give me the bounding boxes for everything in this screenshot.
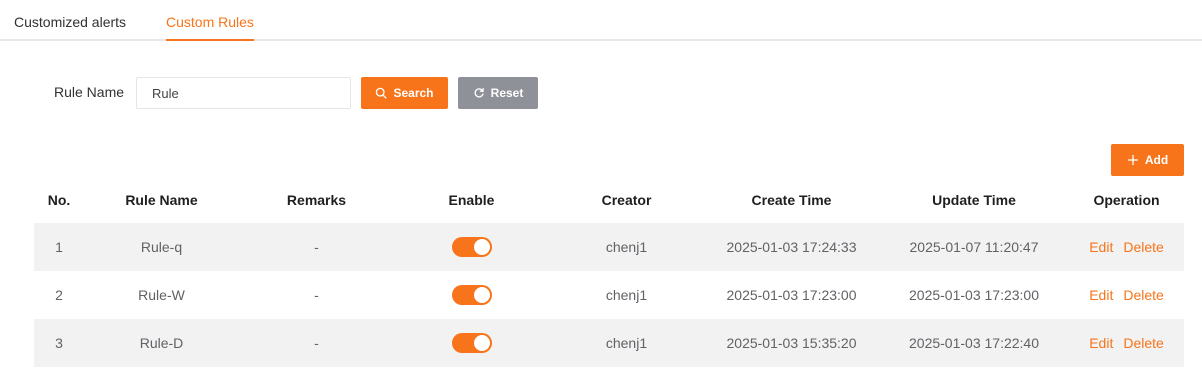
row-enable-cell <box>394 333 549 353</box>
row-create-time: 2025-01-03 17:24:33 <box>726 239 857 255</box>
row-creator: chenj1 <box>605 335 648 351</box>
search-icon <box>375 87 387 99</box>
header-create-time: Create Time <box>751 191 832 208</box>
row-update-time: 2025-01-07 11:20:47 <box>909 239 1039 255</box>
header-operation: Operation <box>1093 191 1160 208</box>
refresh-icon <box>473 87 485 99</box>
row-no: 1 <box>55 239 63 255</box>
add-button[interactable]: Add <box>1111 144 1184 176</box>
search-button[interactable]: Search <box>361 77 448 109</box>
header-remarks: Remarks <box>286 191 347 208</box>
plus-icon <box>1127 154 1139 166</box>
header-enable: Enable <box>448 191 495 208</box>
tab-customized-alerts[interactable]: Customized alerts <box>14 13 126 31</box>
row-operations: Edit Delete <box>1069 335 1184 351</box>
rule-name-label: Rule Name <box>54 84 125 100</box>
search-button-label: Search <box>393 86 434 100</box>
row-operations: Edit Delete <box>1069 287 1184 303</box>
row-update-time: 2025-01-03 17:23:00 <box>909 287 1039 303</box>
toggle-knob <box>473 287 490 303</box>
row-remarks: - <box>314 239 319 255</box>
row-create-time: 2025-01-03 17:23:00 <box>726 287 857 303</box>
header-rule-name: Rule Name <box>125 191 198 208</box>
toggle-knob <box>473 239 490 255</box>
row-update-time: 2025-01-03 17:22:40 <box>909 335 1039 351</box>
active-tab-indicator <box>166 39 254 41</box>
table-row: 2 Rule-W - chenj1 2025-01-03 17:23:00 20… <box>34 271 1184 319</box>
delete-link[interactable]: Delete <box>1123 335 1163 351</box>
edit-link[interactable]: Edit <box>1089 287 1113 303</box>
table-row: 3 Rule-D - chenj1 2025-01-03 15:35:20 20… <box>34 319 1184 367</box>
header-creator: Creator <box>601 191 652 208</box>
rules-table: No. Rule Name Remarks Enable Creator Cre… <box>34 176 1184 367</box>
row-enable-cell <box>394 237 549 257</box>
tab-bar: Customized alerts Custom Rules <box>0 0 1202 41</box>
tab-custom-rules[interactable]: Custom Rules <box>166 13 254 31</box>
table-row: 1 Rule-q - chenj1 2025-01-03 17:24:33 20… <box>34 223 1184 271</box>
row-rule-name: Rule-D <box>139 335 184 351</box>
row-operations: Edit Delete <box>1069 239 1184 255</box>
row-rule-name: Rule-q <box>140 239 183 255</box>
row-remarks: - <box>314 335 319 351</box>
edit-link[interactable]: Edit <box>1089 335 1113 351</box>
delete-link[interactable]: Delete <box>1123 239 1163 255</box>
row-creator: chenj1 <box>605 239 648 255</box>
header-no: No. <box>47 191 71 208</box>
row-create-time: 2025-01-03 15:35:20 <box>726 335 857 351</box>
row-enable-cell <box>394 285 549 305</box>
row-rule-name: Rule-W <box>138 287 185 303</box>
enable-toggle[interactable] <box>451 285 492 305</box>
enable-toggle[interactable] <box>451 333 492 353</box>
row-no: 3 <box>55 335 63 351</box>
add-button-label: Add <box>1144 153 1169 167</box>
header-update-time: Update Time <box>932 191 1016 208</box>
table-header: No. Rule Name Remarks Enable Creator Cre… <box>34 176 1184 223</box>
reset-button[interactable]: Reset <box>458 77 538 109</box>
rule-name-input[interactable] <box>136 77 351 109</box>
row-creator: chenj1 <box>605 287 648 303</box>
enable-toggle[interactable] <box>451 237 492 257</box>
reset-button-label: Reset <box>490 86 524 100</box>
toggle-knob <box>473 335 490 351</box>
row-no: 2 <box>55 287 63 303</box>
row-remarks: - <box>314 287 319 303</box>
delete-link[interactable]: Delete <box>1123 287 1163 303</box>
edit-link[interactable]: Edit <box>1089 239 1113 255</box>
